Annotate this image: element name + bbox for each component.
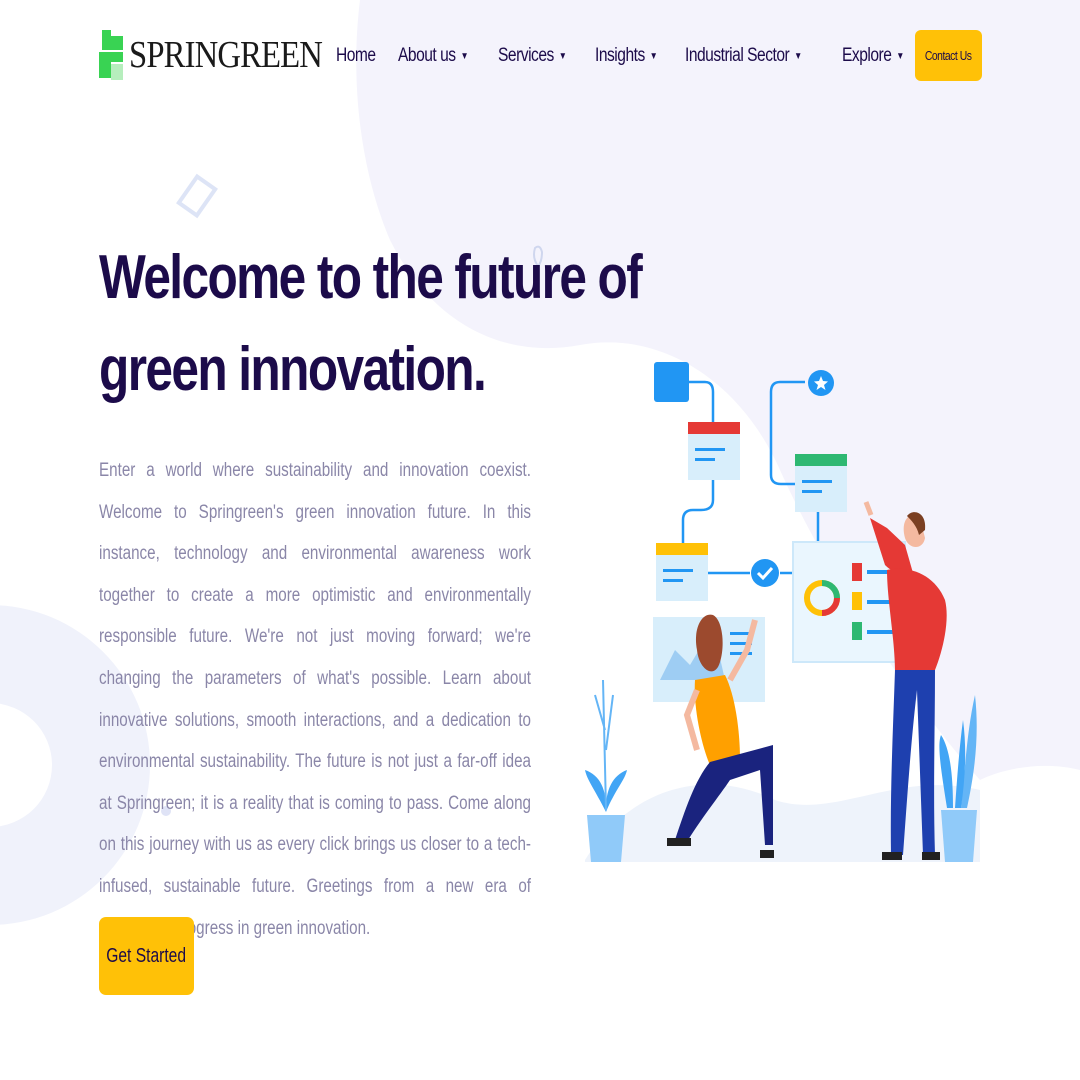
nav-item-label: Explore bbox=[841, 45, 892, 66]
nav-item-label: Home bbox=[336, 45, 376, 66]
nav-item-about-us[interactable]: About us ▼ bbox=[398, 45, 469, 67]
caret-down-icon: ▼ bbox=[558, 50, 567, 62]
hero-description: Enter a world where sustainability and i… bbox=[99, 450, 532, 949]
nav-item-label: Insights bbox=[595, 45, 645, 66]
nav-item-label: Services bbox=[497, 45, 554, 66]
hero-title: Welcome to the future of green innovatio… bbox=[99, 232, 643, 416]
get-started-button[interactable]: Get Started bbox=[99, 917, 194, 995]
nav-item-label: About us bbox=[398, 45, 456, 66]
check-icon bbox=[751, 559, 779, 587]
caret-down-icon: ▼ bbox=[460, 50, 469, 62]
site-header: SPRINGREEN Home About us ▼ Services ▼ In… bbox=[0, 0, 1080, 110]
brand-name: SPRINGREEN bbox=[129, 34, 323, 76]
main-nav: Home About us ▼ Services ▼ Insights ▼ In… bbox=[336, 42, 931, 70]
caret-down-icon: ▼ bbox=[895, 50, 904, 62]
logo-icon bbox=[99, 28, 127, 82]
blue-square-icon bbox=[654, 362, 689, 402]
nav-item-label: Industrial Sector bbox=[685, 45, 790, 66]
nav-item-home[interactable]: Home bbox=[336, 45, 376, 67]
hero-title-line1: Welcome to the future of bbox=[99, 243, 643, 312]
caret-down-icon: ▼ bbox=[649, 50, 658, 62]
hero-title-line2: green innovation. bbox=[99, 335, 487, 404]
nav-item-insights[interactable]: Insights ▼ bbox=[595, 45, 658, 67]
nav-item-industrial-sector[interactable]: Industrial Sector ▼ bbox=[685, 45, 802, 67]
nav-item-explore[interactable]: Explore ▼ bbox=[842, 45, 904, 67]
hero-description-text: Enter a world where sustainability and i… bbox=[99, 460, 531, 939]
get-started-label: Get Started bbox=[106, 944, 187, 967]
contact-us-button[interactable]: Contact Us bbox=[915, 30, 982, 81]
hero-illustration bbox=[585, 362, 980, 862]
nav-item-services[interactable]: Services ▼ bbox=[497, 45, 567, 67]
brand-logo[interactable]: SPRINGREEN bbox=[99, 27, 353, 83]
caret-down-icon: ▼ bbox=[794, 50, 802, 62]
star-icon bbox=[808, 370, 834, 396]
contact-us-label: Contact Us bbox=[925, 48, 972, 63]
